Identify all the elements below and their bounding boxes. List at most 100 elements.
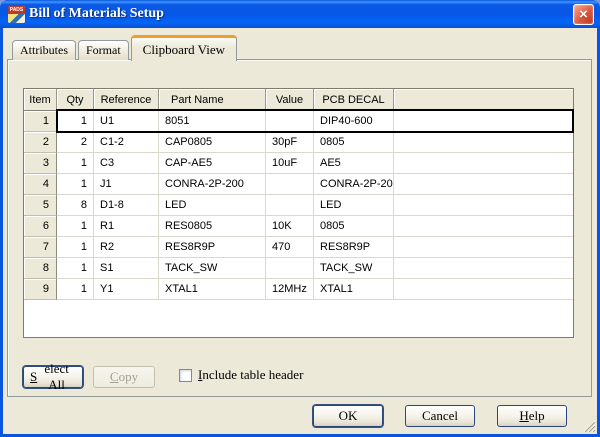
cell-value[interactable]: 30pF: [266, 132, 314, 153]
cell-value[interactable]: [266, 195, 314, 216]
cell-filler: [394, 174, 573, 195]
cell-reference[interactable]: D1-8: [94, 195, 159, 216]
ok-button[interactable]: OK: [313, 405, 383, 427]
cell-part-name[interactable]: LED: [159, 195, 266, 216]
cell-value[interactable]: 12MHz: [266, 279, 314, 300]
cell-pcb-decal[interactable]: DIP40-600: [314, 111, 394, 132]
row-header-cell[interactable]: 4: [24, 174, 57, 195]
pads-logo-text: PADS: [8, 6, 25, 14]
cell-pcb-decal[interactable]: TACK_SW: [314, 258, 394, 279]
cell-qty[interactable]: 1: [57, 174, 94, 195]
include-header-label-text: nclude table header: [202, 367, 303, 382]
cell-reference[interactable]: S1: [94, 258, 159, 279]
row-header-cell[interactable]: 9: [24, 279, 57, 300]
help-button[interactable]: Help: [497, 405, 567, 427]
cell-value[interactable]: [266, 258, 314, 279]
close-icon: ×: [579, 7, 588, 22]
tab-format[interactable]: Format: [78, 40, 129, 60]
cell-reference[interactable]: J1: [94, 174, 159, 195]
cell-part-name[interactable]: XTAL1: [159, 279, 266, 300]
cell-pcb-decal[interactable]: AE5: [314, 153, 394, 174]
cell-qty[interactable]: 1: [57, 111, 94, 132]
cell-filler: [394, 216, 573, 237]
cell-value[interactable]: 10K: [266, 216, 314, 237]
cell-value[interactable]: [266, 111, 314, 132]
pads-logo-icon: PADS: [8, 6, 25, 23]
dialog-body: Attributes Format Clipboard View Item Qt…: [3, 28, 597, 434]
cell-reference[interactable]: R2: [94, 237, 159, 258]
select-all-label: elect All: [37, 361, 76, 393]
cell-qty[interactable]: 8: [57, 195, 94, 216]
cell-qty[interactable]: 1: [57, 153, 94, 174]
row-header-cell[interactable]: 6: [24, 216, 57, 237]
cell-reference[interactable]: C3: [94, 153, 159, 174]
include-table-header-checkbox[interactable]: [179, 369, 192, 382]
cell-pcb-decal[interactable]: CONRA-2P-200: [314, 174, 394, 195]
clipboard-view-panel: Item Qty Reference Part Name Value PCB D…: [7, 59, 592, 397]
cell-filler: [394, 237, 573, 258]
cell-part-name[interactable]: RES0805: [159, 216, 266, 237]
row-header-cell[interactable]: 2: [24, 132, 57, 153]
window-title: Bill of Materials Setup: [29, 6, 164, 22]
titlebar[interactable]: PADS Bill of Materials Setup ×: [0, 0, 600, 28]
row-header-cell[interactable]: 1: [24, 111, 57, 132]
include-table-header-option[interactable]: Include table header: [179, 367, 303, 383]
cell-part-name[interactable]: RES8R9P: [159, 237, 266, 258]
cell-part-name[interactable]: 8051: [159, 111, 266, 132]
bom-table: Item Qty Reference Part Name Value PCB D…: [23, 88, 574, 338]
cell-filler: [394, 258, 573, 279]
cell-part-name[interactable]: CONRA-2P-200: [159, 174, 266, 195]
cell-value[interactable]: [266, 174, 314, 195]
cell-qty[interactable]: 1: [57, 216, 94, 237]
column-header-reference: Reference: [94, 89, 159, 111]
cancel-button[interactable]: Cancel: [405, 405, 475, 427]
cell-reference[interactable]: C1-2: [94, 132, 159, 153]
column-header-qty: Qty: [57, 89, 94, 111]
row-header-cell[interactable]: 5: [24, 195, 57, 216]
row-header-cell[interactable]: 7: [24, 237, 57, 258]
row-header-cell[interactable]: 8: [24, 258, 57, 279]
pads-logo-pencil: [8, 14, 25, 23]
cell-value[interactable]: 470: [266, 237, 314, 258]
column-header-value: Value: [266, 89, 314, 111]
cell-filler: [394, 132, 573, 153]
column-header-part-name: Part Name: [159, 89, 266, 111]
cell-filler: [394, 195, 573, 216]
cell-qty[interactable]: 2: [57, 132, 94, 153]
cell-pcb-decal[interactable]: LED: [314, 195, 394, 216]
resize-grip-icon[interactable]: [582, 419, 596, 433]
cell-pcb-decal[interactable]: XTAL1: [314, 279, 394, 300]
copy-label-mnemonic: C: [110, 369, 119, 385]
close-button[interactable]: ×: [573, 4, 594, 25]
tab-clipboard-view[interactable]: Clipboard View: [131, 35, 237, 61]
include-table-header-label: Include table header: [198, 367, 303, 383]
cell-reference[interactable]: Y1: [94, 279, 159, 300]
cell-reference[interactable]: R1: [94, 216, 159, 237]
cell-pcb-decal[interactable]: 0805: [314, 132, 394, 153]
help-label-mnemonic: H: [519, 408, 528, 424]
tab-attributes[interactable]: Attributes: [12, 40, 76, 60]
column-header-pcb-decal: PCB DECAL: [314, 89, 394, 111]
bom-setup-dialog: PADS Bill of Materials Setup × Attribute…: [0, 0, 600, 437]
column-header-item: Item: [24, 89, 57, 111]
cell-reference[interactable]: U1: [94, 111, 159, 132]
copy-label: opy: [119, 369, 139, 385]
cell-filler: [394, 111, 573, 132]
cell-qty[interactable]: 1: [57, 237, 94, 258]
tab-strip: Attributes Format Clipboard View: [12, 35, 239, 60]
cell-qty[interactable]: 1: [57, 279, 94, 300]
cell-pcb-decal[interactable]: 0805: [314, 216, 394, 237]
cell-part-name[interactable]: TACK_SW: [159, 258, 266, 279]
column-header-filler: [394, 89, 573, 111]
cell-part-name[interactable]: CAP0805: [159, 132, 266, 153]
select-all-button[interactable]: Select All: [23, 366, 83, 388]
cell-pcb-decal[interactable]: RES8R9P: [314, 237, 394, 258]
cell-filler: [394, 153, 573, 174]
table-empty-area: [24, 300, 573, 337]
cell-part-name[interactable]: CAP-AE5: [159, 153, 266, 174]
cell-value[interactable]: 10uF: [266, 153, 314, 174]
help-label: elp: [529, 408, 545, 424]
copy-button[interactable]: Copy: [93, 366, 155, 388]
cell-qty[interactable]: 1: [57, 258, 94, 279]
row-header-cell[interactable]: 3: [24, 153, 57, 174]
